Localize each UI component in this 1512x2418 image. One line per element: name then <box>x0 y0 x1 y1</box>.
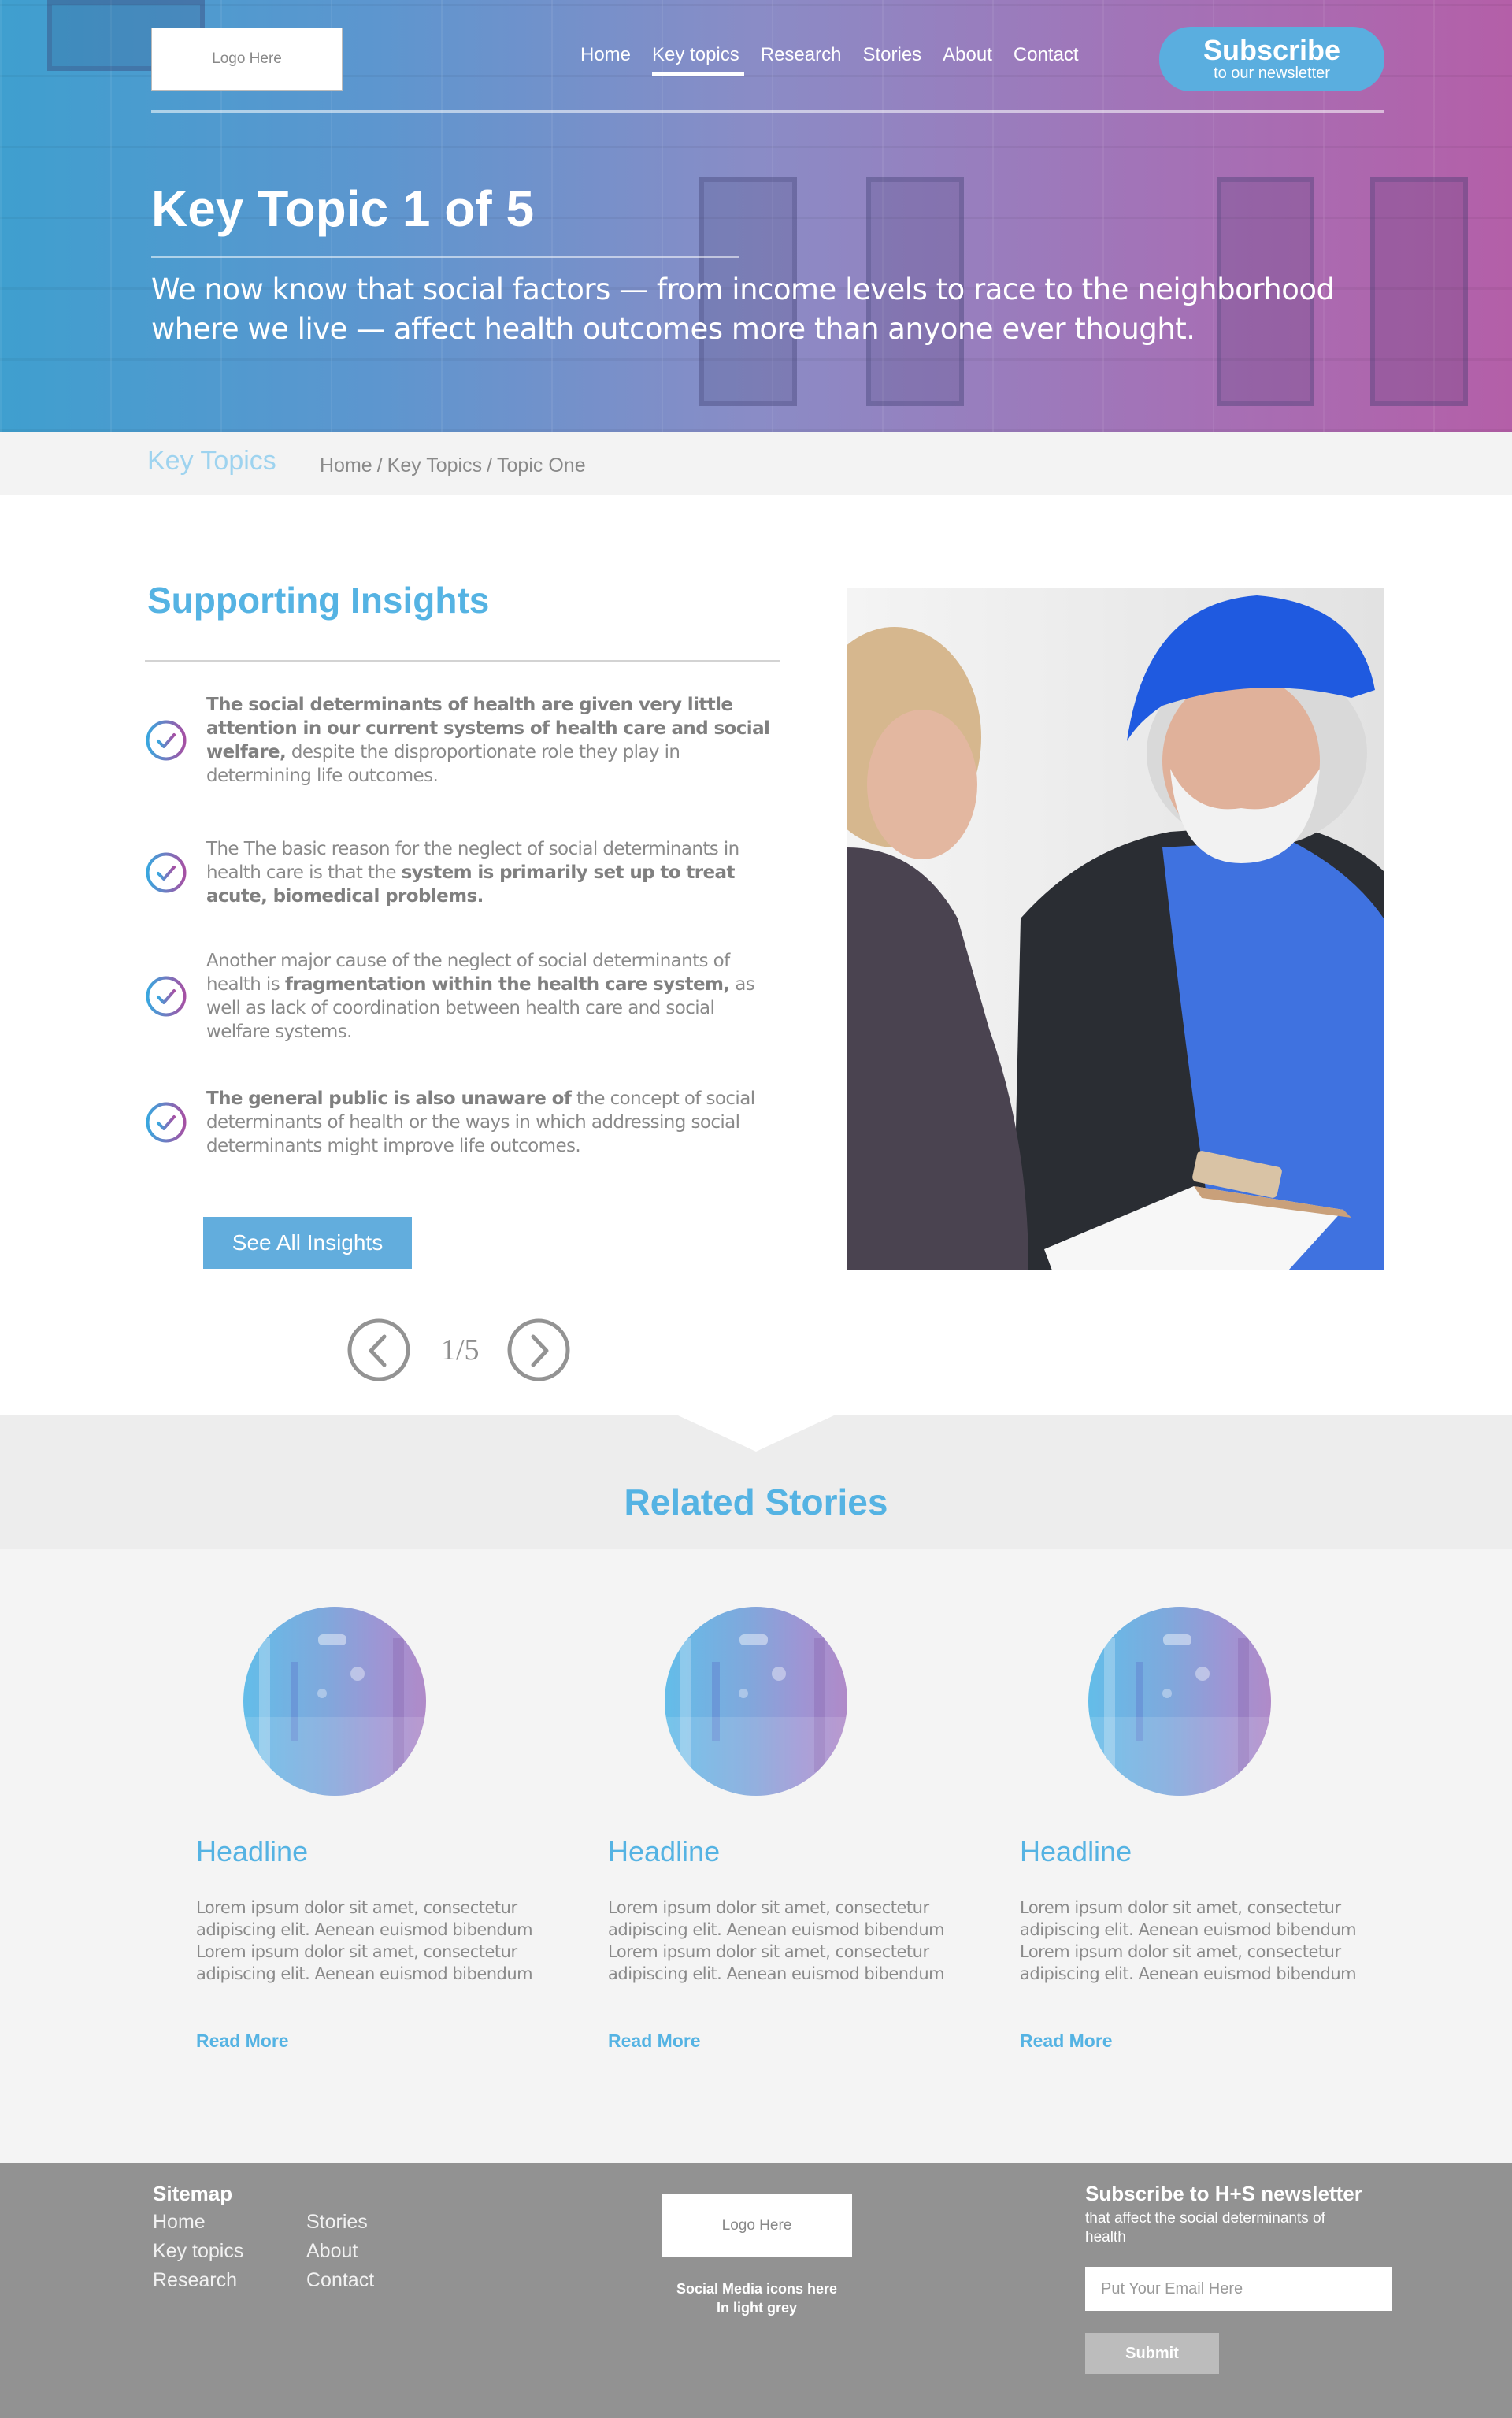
chevron-right-circle-icon[interactable] <box>506 1318 571 1382</box>
check-circle-icon <box>146 720 187 761</box>
story-read-more-link[interactable]: Read More <box>608 2030 701 2052</box>
story-thumbnail[interactable] <box>1088 1607 1271 1796</box>
sitemap-column-1: Home Key topics Research <box>153 2212 243 2291</box>
sitemap-link-contact[interactable]: Contact <box>306 2270 374 2291</box>
breadcrumb-separator: / <box>487 454 493 477</box>
story-body: Lorem ipsum dolor sit amet, consectetur … <box>196 1898 533 1983</box>
social-note-line-2: In light grey <box>716 2300 797 2316</box>
story-body: Lorem ipsum dolor sit amet, consectetur … <box>1020 1898 1357 1983</box>
story-thumbnail[interactable] <box>665 1607 847 1796</box>
story-thumbnail[interactable] <box>243 1607 426 1796</box>
insight-item: The general public is also unaware of th… <box>145 1087 773 1158</box>
breadcrumb-key-topics[interactable]: Key Topics <box>387 454 482 477</box>
insights-divider <box>145 660 780 662</box>
nav-home[interactable]: Home <box>580 44 631 72</box>
check-circle-icon <box>146 976 187 1017</box>
sitemap-link-stories[interactable]: Stories <box>306 2212 374 2233</box>
header-logo[interactable]: Logo Here <box>151 28 343 91</box>
subscribe-subtitle: to our newsletter <box>1214 65 1330 82</box>
breadcrumb: Home / Key Topics / Topic One <box>320 454 586 477</box>
subscribe-button[interactable]: Subscribe to our newsletter <box>1159 27 1384 91</box>
nav-research[interactable]: Research <box>761 44 842 72</box>
hero-title-divider <box>151 256 739 258</box>
insight-item: The The basic reason for the neglect of … <box>145 837 773 908</box>
nav-key-topics[interactable]: Key topics <box>652 44 744 76</box>
story-body: Lorem ipsum dolor sit amet, consectetur … <box>608 1898 945 1983</box>
footer-logo[interactable]: Logo Here <box>662 2194 852 2257</box>
insights-pager: 1/5 <box>346 1318 571 1382</box>
sitemap-link-about[interactable]: About <box>306 2241 374 2262</box>
section-notch <box>678 1415 834 1452</box>
social-note-line-1: Social Media icons here <box>676 2281 838 2297</box>
story-headline[interactable]: Headline <box>608 1835 720 1868</box>
insight-text: The general public is also unaware of th… <box>206 1087 773 1158</box>
nav-contact[interactable]: Contact <box>1014 44 1079 72</box>
breadcrumb-home[interactable]: Home <box>320 454 372 477</box>
hero-banner: Logo Here Home Key topics Research Stori… <box>0 0 1512 432</box>
section-title: Key Topics <box>147 446 276 476</box>
check-circle-icon <box>146 852 187 893</box>
check-circle-icon <box>146 1102 187 1143</box>
photo-illustration <box>847 588 1384 1270</box>
newsletter-title: Subscribe to H+S newsletter <box>1085 2182 1362 2205</box>
related-stories-title: Related Stories <box>624 1482 888 1522</box>
insights-photo <box>847 588 1384 1270</box>
story-read-more-link[interactable]: Read More <box>196 2030 289 2052</box>
chevron-left-circle-icon[interactable] <box>346 1318 411 1382</box>
breadcrumb-bar: Key Topics Home / Key Topics / Topic One <box>0 432 1512 495</box>
story-headline[interactable]: Headline <box>196 1835 308 1868</box>
story-image-hallway <box>243 1634 426 1796</box>
sitemap-link-key-topics[interactable]: Key topics <box>153 2241 243 2262</box>
insight-text: The social determinants of health are gi… <box>206 693 789 788</box>
insights-title: Supporting Insights <box>147 580 490 621</box>
newsletter-submit-button[interactable]: Submit <box>1085 2333 1219 2374</box>
hero-title: Key Topic 1 of 5 <box>151 180 535 237</box>
nav-about[interactable]: About <box>943 44 992 72</box>
main-nav: Home Key topics Research Stories About C… <box>580 44 1100 76</box>
insight-text-bold: fragmentation within the health care sys… <box>284 974 730 995</box>
breadcrumb-separator: / <box>376 454 383 477</box>
story-read-more-link[interactable]: Read More <box>1020 2030 1113 2052</box>
footer: Sitemap Home Key topics Research Stories… <box>0 2163 1512 2418</box>
header-divider <box>151 110 1384 113</box>
pager-count: 1/5 <box>441 1333 480 1367</box>
story-headline[interactable]: Headline <box>1020 1835 1132 1868</box>
breadcrumb-current: Topic One <box>497 454 586 477</box>
see-all-insights-button[interactable]: See All Insights <box>203 1217 412 1269</box>
sitemap-column-2: Stories About Contact <box>306 2212 374 2291</box>
newsletter-subtitle: that affect the social determinants of h… <box>1085 2210 1325 2246</box>
subscribe-title: Subscribe <box>1203 34 1341 66</box>
hero-description: We now know that social factors — from i… <box>151 273 1335 346</box>
insight-item: The social determinants of health are gi… <box>145 693 789 788</box>
sitemap-link-research[interactable]: Research <box>153 2270 243 2291</box>
insight-text: The The basic reason for the neglect of … <box>206 837 773 908</box>
story-image-hallway <box>1088 1634 1271 1796</box>
sitemap-title: Sitemap <box>153 2182 233 2205</box>
sitemap-link-home[interactable]: Home <box>153 2212 243 2233</box>
story-image-hallway <box>665 1634 847 1796</box>
hero-bg-window <box>1370 177 1468 406</box>
social-media-placeholder: Social Media icons here In light grey <box>662 2279 852 2317</box>
insight-text-bold: The general public is also unaware of <box>206 1088 572 1109</box>
photo-woman-face <box>867 710 977 859</box>
newsletter-email-input[interactable] <box>1085 2267 1392 2311</box>
nav-stories[interactable]: Stories <box>862 44 921 72</box>
insight-item: Another major cause of the neglect of so… <box>145 949 773 1044</box>
insight-text: Another major cause of the neglect of so… <box>206 949 773 1044</box>
